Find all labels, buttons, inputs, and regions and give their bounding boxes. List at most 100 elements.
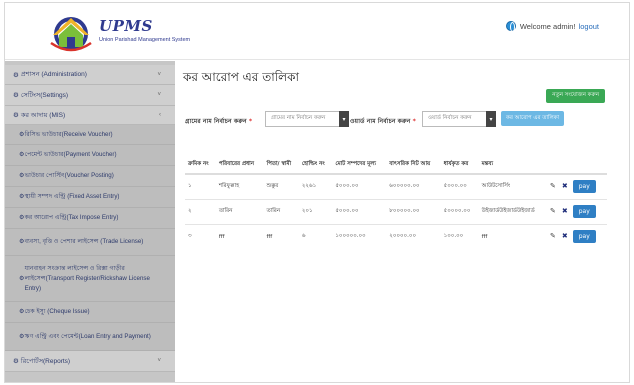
column-header: বাৎসরিক নিট আয় [386,156,441,175]
column-header: মোট সম্পদের মূল্য [332,156,387,175]
column-header [546,156,607,175]
sidebar-item-label: চেক ইস্যু (Cheque Issue) [24,308,90,315]
table-cell: ২০০০০.০০ [386,223,441,249]
logout-link[interactable]: logout [579,22,599,31]
sidebar-item[interactable]: ⚙ রিপোর্টস(Reports) ˅ [5,351,175,372]
sidebar-item[interactable]: ⚙ ভাউচার পোস্টিং(Voucher Posting) [5,166,175,187]
menu-icon: ⚙ [13,358,19,365]
table-cell: উইজার্ডউইজার্ডউইজার্ড [478,198,547,224]
chevron-down-icon: ▾ [486,111,496,127]
ward-select[interactable]: ওয়ার্ড নির্বাচন করুন ▾ [422,111,496,127]
table-cell: ৫০০০.০০ [332,198,387,224]
welcome-text: Welcome admin! [519,21,576,31]
brand-subtitle: Union Parishad Management System [99,37,191,43]
chevron-icon: ‹ [159,112,161,118]
add-new-button[interactable]: নতুন সংযোজন করুন [546,89,605,103]
sidebar-item[interactable]: ⚙ প্রশাসন (Administration) ˅ [5,65,175,85]
sidebar-item[interactable]: ⚙ সেটিংস(Settings) ˅ [5,85,175,106]
table-cell: ৬০০০০০.০০ [386,173,441,199]
table-cell: ১০০.০০ [440,223,479,249]
table-cell: তারিন [215,198,264,224]
table-cell: ২ [185,198,216,224]
table-header-row: ক্রমিক নং পরিবারের প্রধান পিতা/ স্বামী হোল্… [185,156,607,175]
chevron-icon: ˅ [157,92,161,98]
sidebar-item[interactable]: ⚙ চেক ইস্যু (Cheque Issue) [5,302,175,323]
chevron-icon: ˅ [157,71,161,78]
upms-logo-icon [50,17,92,52]
edit-icon[interactable]: ✎ [550,182,556,190]
table-row: ৩ fff fff ৬ ১০০০০০.০০ ২০০০০.০০ ১০০.০০ fff ✎ ✖ pay [185,223,607,249]
sidebar-item[interactable]: ⚙ ঋণ এন্ট্রি এবং পেমেন্ট(Loan Entry and P… [5,323,175,351]
village-select[interactable]: গ্রামের নাম নির্বাচন করুন ▾ [265,111,349,127]
sidebar-item[interactable]: ⚙ কর আদায় (MIS) ‹ [5,106,175,125]
sidebar-item[interactable]: ⚙ কর আরোপ এন্ট্রি(Tax Impose Entry) [5,208,175,229]
main-content: কর আরোপ এর তালিকা নতুন সংযোজন করুন গ্রাম… [175,61,629,382]
required-mark: * [412,118,416,125]
column-header: ক্রমিক নং [185,156,216,175]
village-filter-label-text: গ্রামের নাম নির্বাচন করুন [185,118,247,125]
table-cell: শুক্কুর [263,173,299,199]
table-cell: ১ [185,173,216,199]
table-row: ২ তারিন তারিন ২০১ ৫০০০.০০ ৮০০০০০.০০ ৫০০০০.০০ উই… [185,198,607,224]
table-row: ১ শরিফুল্লাহ শুক্কুর ২২৬১ ৫০০০.০০ ৬০০০০০.০০ ৫০… [185,173,607,199]
pay-button[interactable]: pay [572,230,596,244]
tax-list-button[interactable]: কর আরোপ এর তালিকা [501,111,565,126]
pay-button[interactable]: pay [572,180,596,194]
table-cell: তারিন [263,198,299,224]
sidebar-item[interactable]: ⚙ যানবাহন সংক্রান্ত লাইসেন্স ও রিক্সা গাড… [5,256,175,302]
village-select-placeholder: গ্রামের নাম নির্বাচন করুন [271,115,326,121]
edit-icon[interactable]: ✎ [550,232,556,240]
sidebar-item[interactable]: ⚙ রিসিভ ভাউচার(Receive Voucher) [5,125,175,145]
sidebar-item-label: কর আদায় (MIS) [20,111,66,119]
table-cell: আউটসোর্সিং [478,173,547,199]
page-title: কর আরোপ এর তালিকা [183,70,299,84]
sidebar-item-label: প্রশাসন (Administration) [20,71,87,78]
table-cell: ৩ [185,223,216,249]
sidebar-item[interactable]: ⚙ স্থায়ী সম্পদ এন্ট্রি (Fixed Asset Entr… [5,187,175,208]
row-actions: ✎ ✖ pay [546,198,607,224]
column-header: পরিবারের প্রধান [215,156,264,175]
sidebar-item[interactable]: ⚙ ব্যবসা, বৃত্তি ও পেশার লাইসেন্স (Trade … [5,229,175,256]
delete-icon[interactable]: ✖ [562,182,568,190]
column-header: ধার্যকৃত কর [440,156,479,175]
chevron-down-icon: ▾ [339,111,349,127]
pay-button[interactable]: pay [572,205,596,218]
column-header: হোল্ডিং নং [298,156,333,175]
chevron-icon: ˅ [157,358,161,364]
top-header: UPMS Union Parishad Management System We… [5,3,629,60]
user-welcome: Welcome admin! logout [505,21,599,32]
ward-select-placeholder: ওয়ার্ড নির্বাচন করুন [428,115,472,121]
table-cell: ২২৬১ [298,173,333,199]
sidebar-item-label: যানবাহন সংক্রান্ত লাইসেন্স ও রিক্সা গাড়… [24,264,150,292]
menu-icon: ⚙ [13,112,19,119]
menu-icon: ⚙ [13,71,19,79]
sidebar-item-label: পেমেন্ট ভাউচার(Payment Voucher) [24,151,117,158]
required-mark: * [248,118,253,125]
globe-icon [505,21,516,32]
table-cell: ৮০০০০০.০০ [386,198,441,224]
table-cell: শরিফুল্লাহ [215,173,264,199]
sidebar-item-label: স্থায়ী সম্পদ এন্ট্রি (Fixed Asset Entry… [24,193,120,200]
sidebar-item-label: সেটিংস(Settings) [20,91,69,99]
sidebar-item[interactable]: ⚙ পেমেন্ট ভাউচার(Payment Voucher) [5,145,175,166]
table-cell: ১০০০০০.০০ [332,223,387,249]
sidebar: ⚙ প্রশাসন (Administration) ˅ ⚙ সেটিংস(Settin… [5,61,175,382]
edit-icon[interactable]: ✎ [550,207,556,215]
column-header: পিতা/ স্বামী [263,156,299,175]
sidebar-item-label: রিপোর্টস(Reports) [20,357,71,365]
delete-icon[interactable]: ✖ [562,207,568,215]
column-header: মন্তব্য [478,156,547,175]
delete-icon[interactable]: ✖ [562,232,568,240]
sidebar-item-label: রিসিভ ভাউচার(Receive Voucher) [24,130,113,138]
ward-filter-label: ওয়ার্ড নাম নির্বাচন করুন * [350,116,416,127]
table-cell: fff [263,223,299,249]
app-frame: UPMS Union Parishad Management System We… [4,2,630,383]
menu-icon: ⚙ [13,92,19,99]
row-actions: ✎ ✖ pay [546,223,607,249]
table-cell: fff [478,223,547,249]
table-cell: fff [215,223,264,249]
sidebar-item-label: ভাউচার পোস্টিং(Voucher Posting) [24,172,114,179]
sidebar-item-label: কর আরোপ এন্ট্রি(Tax Impose Entry) [24,214,119,221]
ward-filter-label-text: ওয়ার্ড নাম নির্বাচন করুন [350,118,411,125]
tax-impose-table: ক্রমিক নং পরিবারের প্রধান পিতা/ স্বামী হোল্… [185,156,607,249]
